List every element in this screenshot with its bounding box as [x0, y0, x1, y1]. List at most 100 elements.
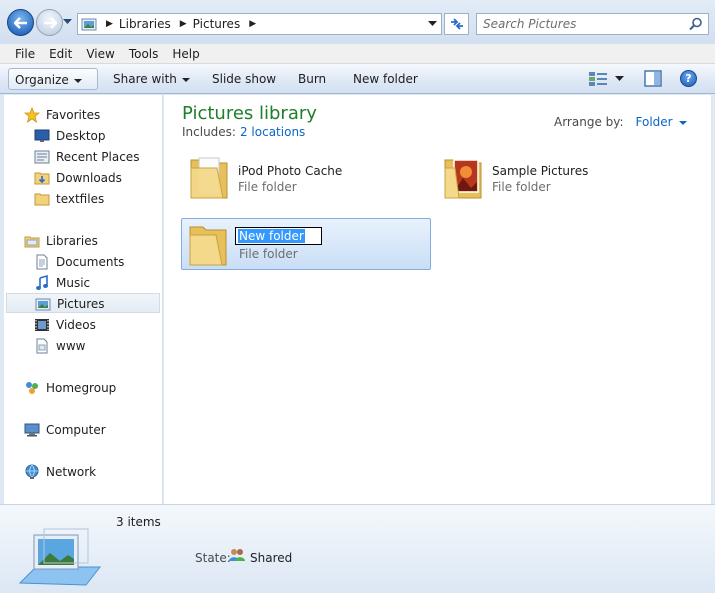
refresh-button[interactable]: [444, 13, 469, 35]
menu-bar: File Edit View Tools Help: [0, 44, 715, 64]
burn-button[interactable]: Burn: [292, 68, 332, 90]
address-history-dropdown-icon[interactable]: [428, 21, 437, 27]
star-icon: [24, 107, 40, 123]
network-globe-icon: [25, 464, 39, 479]
menu-help[interactable]: Help: [165, 47, 206, 61]
rename-selected-text: New folder: [238, 229, 305, 243]
folder-type: File folder: [238, 180, 297, 194]
share-with-label: Share with: [113, 72, 177, 86]
breadcrumb-arrow-icon[interactable]: ▶: [249, 19, 256, 29]
libraries-icon: [24, 236, 40, 248]
nav-item-documents[interactable]: Documents: [6, 252, 160, 272]
preview-pane-icon[interactable]: [644, 70, 662, 87]
folder-item-ipod-photo-cache[interactable]: iPod Photo Cache File folder: [183, 152, 433, 204]
nav-item-label: Downloads: [56, 171, 122, 185]
folder-icon: [190, 157, 228, 199]
folder-name: iPod Photo Cache: [238, 164, 343, 178]
nav-item-label: Recent Places: [56, 150, 140, 164]
library-icon: [36, 338, 48, 354]
new-folder-button[interactable]: New folder: [347, 68, 424, 90]
folder-item-new-folder[interactable]: New folder File folder: [181, 218, 431, 270]
arrange-by: Arrange by: Folder: [554, 115, 687, 129]
nav-item-label: Desktop: [56, 129, 106, 143]
nav-item-videos[interactable]: Videos: [6, 315, 160, 335]
nav-item-label: Pictures: [57, 297, 105, 311]
pictures-library-icon: [81, 18, 97, 31]
pictures-icon: [35, 298, 51, 311]
arrange-by-label: Arrange by:: [554, 115, 624, 129]
breadcrumb-arrow-icon[interactable]: ▶: [180, 19, 187, 29]
help-button[interactable]: ?: [680, 70, 697, 87]
homegroup-icon: [26, 382, 38, 394]
folder-icon: [34, 193, 50, 206]
rename-input[interactable]: New folder: [235, 227, 322, 245]
menu-file[interactable]: File: [8, 47, 42, 61]
nav-computer-label: Computer: [46, 423, 106, 437]
menu-edit[interactable]: Edit: [42, 47, 79, 61]
library-includes: Includes: 2 locations: [182, 125, 305, 139]
item-count: 3 items: [116, 515, 161, 529]
nav-item-textfiles[interactable]: textfiles: [6, 189, 160, 209]
nav-item-label: Music: [56, 276, 91, 290]
folder-type: File folder: [239, 247, 298, 261]
view-options-dropdown-icon[interactable]: [615, 76, 624, 82]
music-note-icon: [36, 275, 48, 290]
folder-icon: [444, 159, 482, 199]
address-field[interactable]: ▶ Libraries ▶ Pictures ▶: [77, 13, 442, 35]
folder-name: Sample Pictures: [492, 164, 589, 178]
nav-item-downloads[interactable]: Downloads: [6, 168, 160, 188]
recent-places-icon: [34, 150, 50, 164]
includes-label: Includes:: [182, 125, 236, 139]
nav-item-music[interactable]: Music: [6, 273, 160, 293]
slide-show-button[interactable]: Slide show: [206, 68, 282, 90]
arrange-by-value: Folder: [635, 115, 673, 129]
change-view-icon[interactable]: [588, 71, 608, 87]
nav-item-label: Videos: [56, 318, 96, 332]
folder-item-sample-pictures[interactable]: Sample Pictures File folder: [437, 152, 687, 204]
nav-favorites[interactable]: Favorites: [6, 105, 160, 125]
folder-icon: [189, 226, 227, 266]
locations-link[interactable]: 2 locations: [240, 125, 305, 139]
pictures-library-large-icon: [18, 528, 102, 586]
details-pane: 3 items State: Shared: [0, 504, 715, 593]
folder-type: File folder: [492, 180, 551, 194]
content-pane: Pictures library Includes: 2 locations Ar…: [164, 95, 711, 504]
downloads-folder-icon: [34, 172, 50, 185]
forward-button[interactable]: [36, 9, 63, 36]
nav-network[interactable]: Network: [6, 462, 160, 482]
recent-pages-dropdown-icon[interactable]: [63, 19, 72, 25]
arrange-by-dropdown[interactable]: Folder: [636, 115, 687, 129]
organize-button[interactable]: Organize: [8, 68, 98, 90]
nav-homegroup[interactable]: Homegroup: [6, 378, 160, 398]
nav-item-www[interactable]: www: [6, 336, 160, 356]
nav-item-label: Documents: [56, 255, 125, 269]
breadcrumb-arrow-icon[interactable]: ▶: [106, 19, 113, 29]
refresh-icon: [450, 18, 463, 30]
search-box[interactable]: [476, 13, 709, 35]
chevron-down-icon: [73, 78, 82, 83]
documents-icon: [36, 254, 48, 270]
library-title: Pictures library: [182, 103, 317, 124]
address-bar-region: ▶ Libraries ▶ Pictures ▶: [0, 0, 715, 44]
navigation-pane: Favorites Desktop Recent Places Download…: [4, 95, 163, 504]
nav-item-desktop[interactable]: Desktop: [6, 126, 160, 146]
nav-item-pictures[interactable]: Pictures: [6, 293, 160, 313]
search-input[interactable]: [483, 14, 683, 34]
share-with-button[interactable]: Share with: [107, 68, 196, 90]
breadcrumb-libraries[interactable]: Libraries: [119, 17, 171, 31]
desktop-icon: [34, 129, 50, 142]
nav-item-recent-places[interactable]: Recent Places: [6, 147, 160, 167]
back-button[interactable]: [7, 9, 34, 36]
nav-libraries[interactable]: Libraries: [6, 231, 160, 251]
shared-users-icon: [229, 549, 245, 561]
breadcrumb-pictures[interactable]: Pictures: [193, 17, 241, 31]
search-icon[interactable]: [689, 17, 703, 31]
forward-arrow-icon: [43, 16, 57, 29]
menu-tools[interactable]: Tools: [122, 47, 166, 61]
nav-computer[interactable]: Computer: [6, 420, 160, 440]
videos-icon: [35, 319, 49, 331]
menu-view[interactable]: View: [79, 47, 121, 61]
computer-icon: [24, 423, 40, 437]
back-arrow-icon: [13, 16, 27, 29]
nav-homegroup-label: Homegroup: [46, 381, 117, 395]
